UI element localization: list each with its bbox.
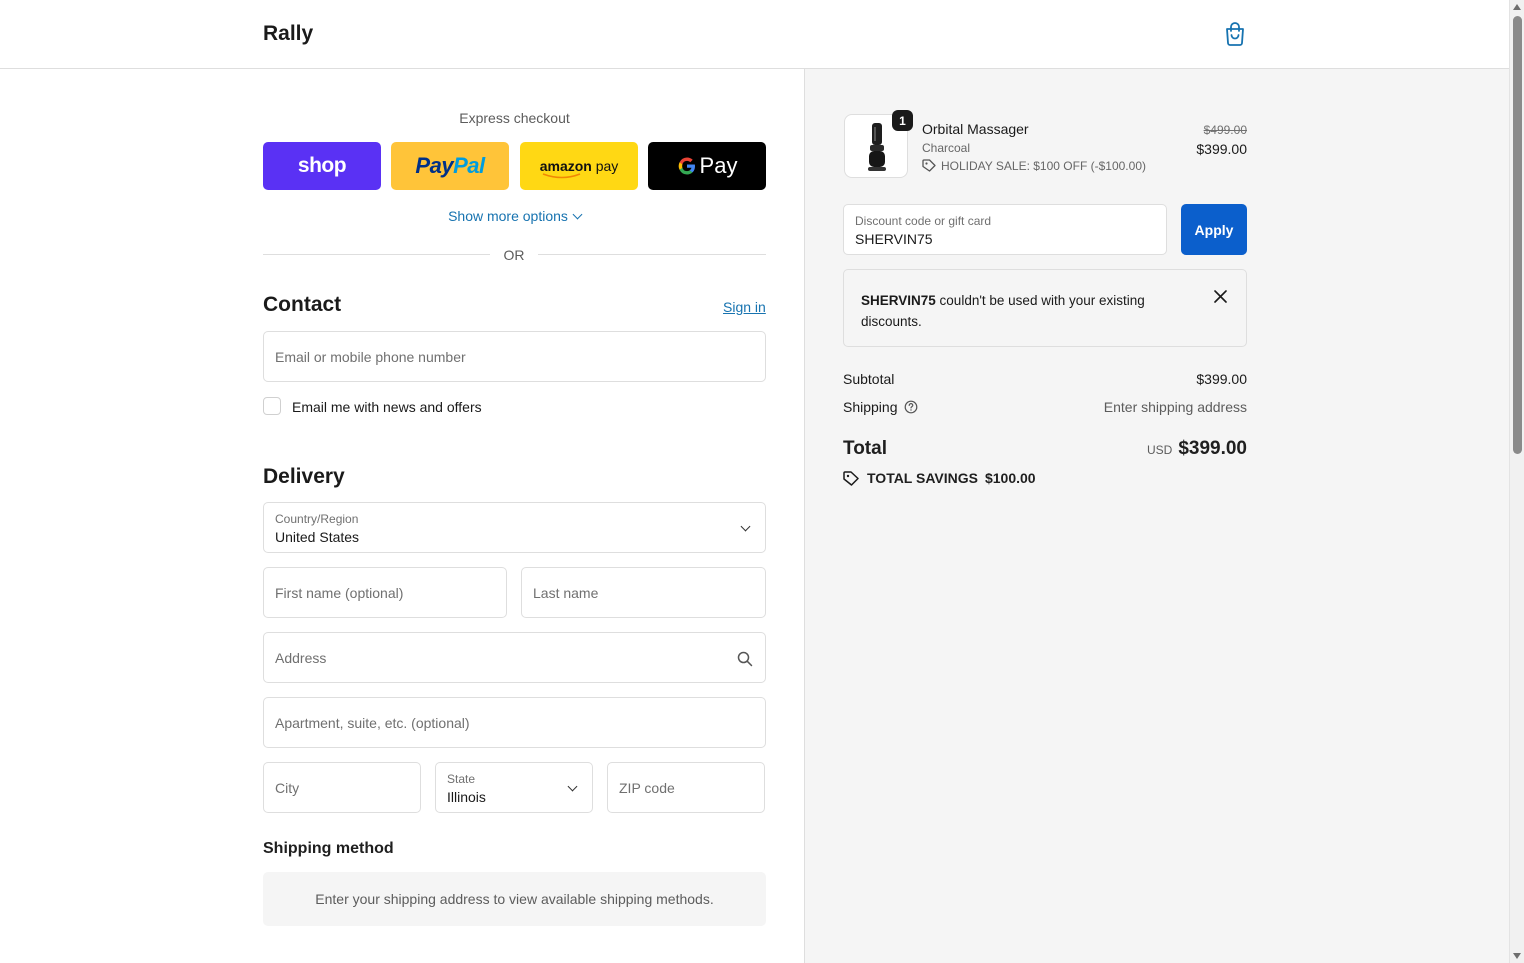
product-discount: HOLIDAY SALE: $100 OFF (-$100.00): [922, 159, 1146, 173]
savings-label: TOTAL SAVINGS: [867, 470, 978, 486]
last-name-placeholder: Last name: [533, 585, 599, 601]
zip-placeholder: ZIP code: [619, 780, 675, 796]
sign-in-link[interactable]: Sign in: [723, 299, 766, 315]
express-checkout-title: Express checkout: [459, 110, 570, 126]
shipping-method-info: Enter your shipping address to view avai…: [263, 872, 766, 926]
amazon-smile-icon: [542, 173, 580, 179]
help-circle-icon[interactable]: [904, 400, 918, 414]
country-value: United States: [275, 529, 360, 545]
state-value: Illinois: [447, 789, 486, 805]
chevron-down-icon: [740, 521, 751, 532]
first-name-field[interactable]: First name (optional): [263, 567, 507, 618]
or-divider-text: OR: [503, 247, 525, 263]
last-name-field[interactable]: Last name: [521, 567, 766, 618]
paypal-logo: PayPal: [415, 153, 485, 178]
shop-pay-label: shop: [297, 154, 347, 177]
subtotal-label: Subtotal: [843, 371, 895, 387]
chevron-down-icon: [567, 781, 578, 792]
show-more-options-link[interactable]: Show more options: [263, 208, 766, 224]
header: Rally: [0, 0, 1509, 69]
savings-value: $100.00: [984, 470, 1036, 486]
original-price: $499.00: [1203, 123, 1247, 137]
news-checkbox[interactable]: [263, 397, 281, 415]
first-name-placeholder: First name (optional): [275, 585, 404, 601]
country-select[interactable]: Country/Region United States: [263, 502, 766, 553]
total-amount: $399.00: [1178, 438, 1247, 459]
total-currency: USD: [1146, 443, 1173, 457]
shop-pay-button[interactable]: shop: [263, 142, 381, 190]
paypal-button[interactable]: PayPal: [391, 142, 509, 190]
product-discount-text: HOLIDAY SALE: $100 OFF (-$100.00): [941, 159, 1146, 173]
state-label: State: [447, 772, 476, 786]
address-placeholder: Address: [275, 650, 327, 666]
quantity-badge: 1: [892, 110, 913, 131]
address-field[interactable]: Address: [263, 632, 766, 683]
product-price: $399.00: [1196, 141, 1247, 157]
city-placeholder: City: [275, 780, 300, 796]
total-savings: TOTAL SAVINGS $100.00: [843, 470, 1036, 486]
close-icon[interactable]: [1214, 290, 1227, 303]
email-field[interactable]: Email or mobile phone number: [263, 331, 766, 382]
google-pay-button[interactable]: Pay: [648, 142, 766, 190]
delivery-title: Delivery: [263, 465, 345, 488]
scroll-down-arrow[interactable]: [1513, 953, 1521, 959]
country-label: Country/Region: [275, 512, 359, 526]
discount-code-value: SHERVIN75: [855, 231, 933, 247]
email-placeholder: Email or mobile phone number: [275, 349, 466, 365]
amazon-pay-logo: amazon pay: [540, 158, 618, 179]
shipping-value: Enter shipping address: [1103, 399, 1247, 415]
google-pay-logo: Pay: [677, 153, 737, 179]
page-scrollbar[interactable]: [1509, 0, 1524, 963]
city-field[interactable]: City: [263, 762, 421, 813]
amazon-pay-button[interactable]: amazon pay: [520, 142, 638, 190]
discount-code-field[interactable]: Discount code or gift card SHERVIN75: [843, 204, 1167, 255]
total-value: USD $399.00: [1000, 438, 1247, 460]
tag-icon: [922, 159, 936, 172]
chevron-down-icon: [572, 209, 583, 220]
shipping-label: Shipping: [843, 399, 918, 415]
contact-title: Contact: [263, 293, 342, 316]
discount-error-notice: SHERVIN75 couldn't be used with your exi…: [843, 269, 1247, 347]
product-variant: Charcoal: [922, 141, 971, 155]
shipping-method-title: Shipping method: [263, 840, 394, 857]
zip-field[interactable]: ZIP code: [607, 762, 765, 813]
brand-logo[interactable]: Rally: [263, 22, 313, 46]
discount-code-label: Discount code or gift card: [855, 214, 992, 228]
total-label: Total: [843, 438, 887, 459]
subtotal-value: $399.00: [1196, 371, 1247, 387]
scrollbar-thumb[interactable]: [1513, 16, 1522, 454]
search-icon: [737, 651, 753, 667]
scroll-up-arrow[interactable]: [1513, 4, 1521, 10]
divider: [263, 254, 490, 255]
product-name: Orbital Massager: [922, 121, 1029, 137]
news-checkbox-label[interactable]: Email me with news and offers: [292, 399, 482, 415]
state-select[interactable]: State Illinois: [435, 762, 593, 813]
google-g-icon: [678, 157, 695, 175]
apply-button[interactable]: Apply: [1181, 204, 1247, 255]
divider: [538, 254, 766, 255]
discount-error-text: SHERVIN75 couldn't be used with your exi…: [861, 293, 1145, 329]
apartment-field[interactable]: Apartment, suite, etc. (optional): [263, 697, 766, 748]
tag-icon: [843, 470, 859, 486]
apartment-placeholder: Apartment, suite, etc. (optional): [275, 715, 470, 731]
shopping-bag-icon[interactable]: [1224, 22, 1246, 46]
